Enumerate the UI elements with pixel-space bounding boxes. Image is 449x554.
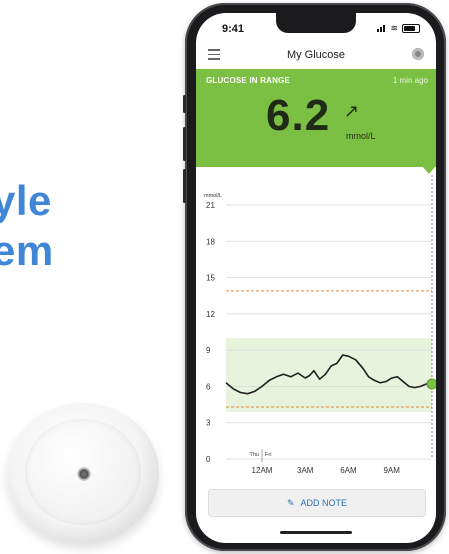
add-note-label: ADD NOTE xyxy=(300,498,348,508)
home-indicator[interactable] xyxy=(280,531,352,534)
glucose-status-label: GLUCOSE IN RANGE xyxy=(206,76,291,85)
y-tick-label: 9 xyxy=(206,346,211,355)
day-label-fri: Fri xyxy=(265,452,271,458)
day-label-thu: Thu xyxy=(250,452,259,458)
background-headline-line-2: em xyxy=(0,227,54,274)
y-axis-unit-label: mmol/L xyxy=(204,193,222,199)
status-icons: ≋ xyxy=(377,23,420,34)
app-bar: My Glucose xyxy=(196,41,436,69)
trend-arrow-icon: ↗ xyxy=(344,101,360,121)
y-tick-label: 12 xyxy=(206,310,215,319)
phone-mute-switch xyxy=(183,95,186,113)
app-title: My Glucose xyxy=(286,49,346,61)
target-range-band xyxy=(226,338,432,412)
y-tick-label: 15 xyxy=(206,274,215,283)
y-tick-label: 3 xyxy=(206,419,211,428)
phone-screen: 9:41 ≋ My Glucose GLUCOSE IN RANGE 1 min… xyxy=(196,13,436,543)
glucose-sensor-image xyxy=(7,403,159,543)
pencil-icon: ✎ xyxy=(286,497,295,508)
status-time: 9:41 xyxy=(222,23,245,35)
glucose-unit: mmol/L xyxy=(346,131,376,141)
background-headline-line-1: yle xyxy=(0,177,52,224)
signal-icon xyxy=(377,24,386,34)
phone-volume-down xyxy=(183,169,186,203)
battery-icon xyxy=(402,24,420,33)
glucose-reading-panel: GLUCOSE IN RANGE 1 min ago 6.2 ↗ mmol/L xyxy=(196,69,436,167)
sensor-port xyxy=(77,467,91,481)
glucose-chart: 21 18 15 12 9 6 3 0 mmol/L 12AM 3AM 6AM 9AM Thu Fri xyxy=(204,175,436,475)
glucose-value: 6.2 xyxy=(266,91,331,140)
last-updated: 1 min ago xyxy=(392,76,428,85)
y-tick-label: 21 xyxy=(206,201,215,210)
phone-volume-up xyxy=(183,127,186,161)
x-tick-label: 12AM xyxy=(252,466,273,475)
current-reading-dot xyxy=(426,378,436,390)
x-tick-label: 9AM xyxy=(383,466,400,475)
camera-notch xyxy=(276,13,356,33)
y-tick-label: 6 xyxy=(206,382,211,391)
y-tick-label: 18 xyxy=(206,237,215,246)
y-tick-label: 0 xyxy=(206,455,211,464)
x-tick-label: 6AM xyxy=(340,466,357,475)
sensor-status-icon[interactable] xyxy=(412,48,424,60)
panel-pointer xyxy=(422,166,436,174)
wifi-icon: ≋ xyxy=(390,23,398,33)
add-note-button[interactable]: ✎ ADD NOTE xyxy=(208,489,426,517)
status-bar: 9:41 ≋ xyxy=(196,13,436,37)
x-tick-label: 3AM xyxy=(297,466,314,475)
